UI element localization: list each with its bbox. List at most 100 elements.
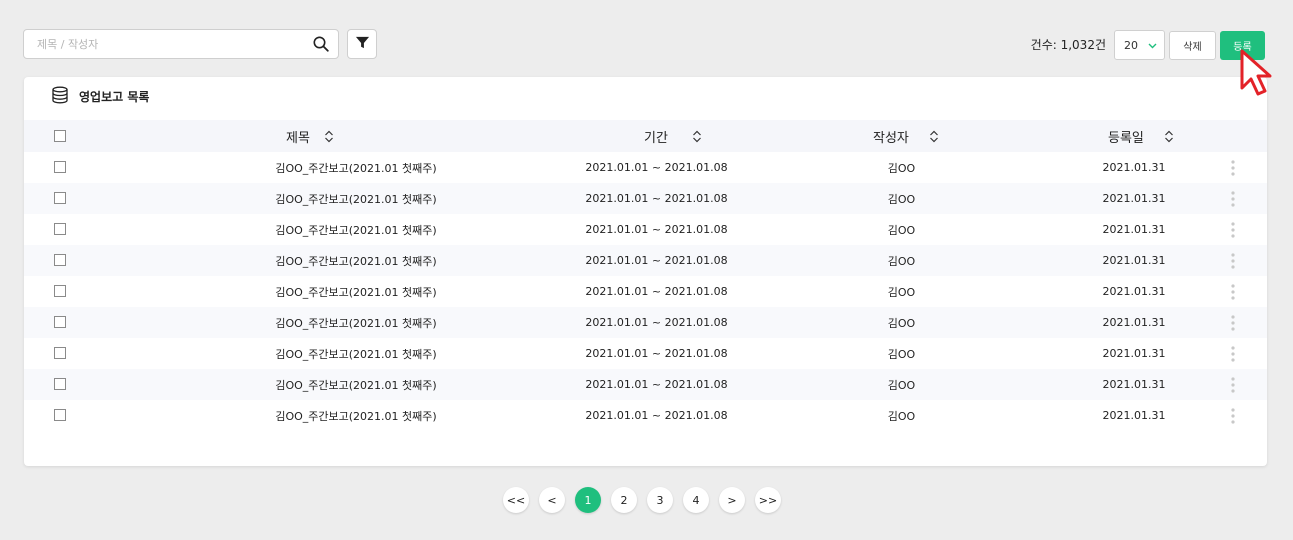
chevron-down-icon: [1148, 39, 1157, 52]
cell-title[interactable]: 김OO_주간보고(2021.01 첫째주): [174, 276, 538, 307]
cell-title[interactable]: 김OO_주간보고(2021.01 첫째주): [174, 183, 538, 214]
more-vertical-icon[interactable]: [1225, 280, 1241, 304]
row-checkbox[interactable]: [54, 316, 66, 328]
cell-title[interactable]: 김OO_주간보고(2021.01 첫째주): [174, 245, 538, 276]
page-size-select[interactable]: 20: [1114, 30, 1165, 60]
cell-writer: 김OO: [887, 409, 916, 423]
cell-title[interactable]: 김OO_주간보고(2021.01 첫째주): [174, 307, 538, 338]
cell-period: 2021.01.01 ~ 2021.01.08: [585, 192, 728, 205]
card-title: 영업보고 목록: [79, 89, 150, 104]
more-vertical-icon[interactable]: [1225, 404, 1241, 428]
cell-period: 2021.01.01 ~ 2021.01.08: [585, 347, 728, 360]
last-page-button[interactable]: >>: [755, 487, 781, 513]
cell-title[interactable]: 김OO_주간보고(2021.01 첫째주): [174, 400, 538, 431]
page-button-2[interactable]: 2: [611, 487, 637, 513]
more-vertical-icon[interactable]: [1225, 342, 1241, 366]
table-row[interactable]: 김OO_주간보고(2021.01 첫째주) 2021.01.01 ~ 2021.…: [24, 369, 1267, 400]
row-checkbox[interactable]: [54, 378, 66, 390]
cell-title[interactable]: 김OO_주간보고(2021.01 첫째주): [174, 369, 538, 400]
cell-date: 2021.01.31: [1102, 223, 1166, 236]
cell-writer: 김OO: [887, 192, 916, 206]
total-count-label: 건수: 1,032건: [1030, 38, 1106, 52]
row-checkbox[interactable]: [54, 223, 66, 235]
pagination: << < 1 2 3 4 > >>: [503, 487, 781, 513]
row-checkbox[interactable]: [54, 409, 66, 421]
page-size-value: 20: [1124, 38, 1138, 52]
table-row[interactable]: 김OO_주간보고(2021.01 첫째주) 2021.01.01 ~ 2021.…: [24, 307, 1267, 338]
page-button-3[interactable]: 3: [647, 487, 673, 513]
table-body: 김OO_주간보고(2021.01 첫째주) 2021.01.01 ~ 2021.…: [24, 152, 1267, 431]
cell-period: 2021.01.01 ~ 2021.01.08: [585, 378, 728, 391]
filter-icon: [355, 35, 370, 54]
row-checkbox[interactable]: [54, 347, 66, 359]
cell-date: 2021.01.31: [1102, 161, 1166, 174]
cell-writer: 김OO: [887, 161, 916, 175]
row-checkbox[interactable]: [54, 254, 66, 266]
first-page-button[interactable]: <<: [503, 487, 529, 513]
cell-period: 2021.01.01 ~ 2021.01.08: [585, 285, 728, 298]
more-vertical-icon[interactable]: [1225, 373, 1241, 397]
cell-date: 2021.01.31: [1102, 285, 1166, 298]
cell-date: 2021.01.31: [1102, 192, 1166, 205]
filter-button[interactable]: [347, 29, 377, 59]
next-page-button[interactable]: >: [719, 487, 745, 513]
cell-date: 2021.01.31: [1102, 316, 1166, 329]
card-header: 영업보고 목록: [51, 86, 149, 106]
page: 건수: 1,032건 20 삭제 등록 영업보고 목록: [0, 0, 1293, 540]
row-checkbox[interactable]: [54, 192, 66, 204]
mouse-pointer-icon: [1240, 49, 1272, 96]
more-vertical-icon[interactable]: [1225, 187, 1241, 211]
header-writer[interactable]: 작성자: [873, 120, 939, 152]
cell-period: 2021.01.01 ~ 2021.01.08: [585, 223, 728, 236]
prev-page-button[interactable]: <: [539, 487, 565, 513]
header-period[interactable]: 기간: [644, 120, 702, 152]
table-row[interactable]: 김OO_주간보고(2021.01 첫째주) 2021.01.01 ~ 2021.…: [24, 276, 1267, 307]
table-row[interactable]: 김OO_주간보고(2021.01 첫째주) 2021.01.01 ~ 2021.…: [24, 245, 1267, 276]
sort-icon[interactable]: [692, 130, 702, 143]
table-row[interactable]: 김OO_주간보고(2021.01 첫째주) 2021.01.01 ~ 2021.…: [24, 152, 1267, 183]
cell-title[interactable]: 김OO_주간보고(2021.01 첫째주): [174, 214, 538, 245]
sort-icon[interactable]: [324, 130, 334, 143]
cell-writer: 김OO: [887, 378, 916, 392]
sort-icon[interactable]: [929, 130, 939, 143]
cell-title[interactable]: 김OO_주간보고(2021.01 첫째주): [174, 152, 538, 183]
table-row[interactable]: 김OO_주간보고(2021.01 첫째주) 2021.01.01 ~ 2021.…: [24, 400, 1267, 431]
row-checkbox[interactable]: [54, 285, 66, 297]
table-row[interactable]: 김OO_주간보고(2021.01 첫째주) 2021.01.01 ~ 2021.…: [24, 338, 1267, 369]
cell-writer: 김OO: [887, 347, 916, 361]
more-vertical-icon[interactable]: [1225, 249, 1241, 273]
search-icon[interactable]: [306, 30, 336, 58]
cell-title[interactable]: 김OO_주간보고(2021.01 첫째주): [174, 338, 538, 369]
cell-date: 2021.01.31: [1102, 378, 1166, 391]
cell-date: 2021.01.31: [1102, 254, 1166, 267]
page-button-1[interactable]: 1: [575, 487, 601, 513]
cell-writer: 김OO: [887, 285, 916, 299]
more-vertical-icon[interactable]: [1225, 156, 1241, 180]
cell-date: 2021.01.31: [1102, 347, 1166, 360]
cell-period: 2021.01.01 ~ 2021.01.08: [585, 254, 728, 267]
search-box: [23, 29, 339, 59]
header-date[interactable]: 등록일: [1108, 120, 1174, 152]
more-vertical-icon[interactable]: [1225, 311, 1241, 335]
row-checkbox[interactable]: [54, 161, 66, 173]
sort-icon[interactable]: [1164, 130, 1174, 143]
cell-period: 2021.01.01 ~ 2021.01.08: [585, 409, 728, 422]
table-header: 제목 기간 작성자 등록일: [24, 120, 1267, 152]
table-row[interactable]: 김OO_주간보고(2021.01 첫째주) 2021.01.01 ~ 2021.…: [24, 214, 1267, 245]
cell-writer: 김OO: [887, 254, 916, 268]
search-input[interactable]: [24, 30, 306, 58]
report-table: 제목 기간 작성자 등록일 김OO_주간보고(2021.01 첫째주) 2021…: [24, 120, 1267, 431]
cell-period: 2021.01.01 ~ 2021.01.08: [585, 161, 728, 174]
report-list-card: 영업보고 목록 제목 기간 작성자 등록일 김OO_주간보고(2021.01 첫…: [24, 77, 1267, 466]
table-row[interactable]: 김OO_주간보고(2021.01 첫째주) 2021.01.01 ~ 2021.…: [24, 183, 1267, 214]
cell-writer: 김OO: [887, 316, 916, 330]
select-all-checkbox[interactable]: [54, 130, 66, 142]
more-vertical-icon[interactable]: [1225, 218, 1241, 242]
cell-period: 2021.01.01 ~ 2021.01.08: [585, 316, 728, 329]
delete-button[interactable]: 삭제: [1169, 31, 1216, 60]
cell-writer: 김OO: [887, 223, 916, 237]
cell-date: 2021.01.31: [1102, 409, 1166, 422]
page-button-4[interactable]: 4: [683, 487, 709, 513]
database-icon: [51, 86, 69, 107]
header-title[interactable]: 제목: [286, 120, 334, 152]
